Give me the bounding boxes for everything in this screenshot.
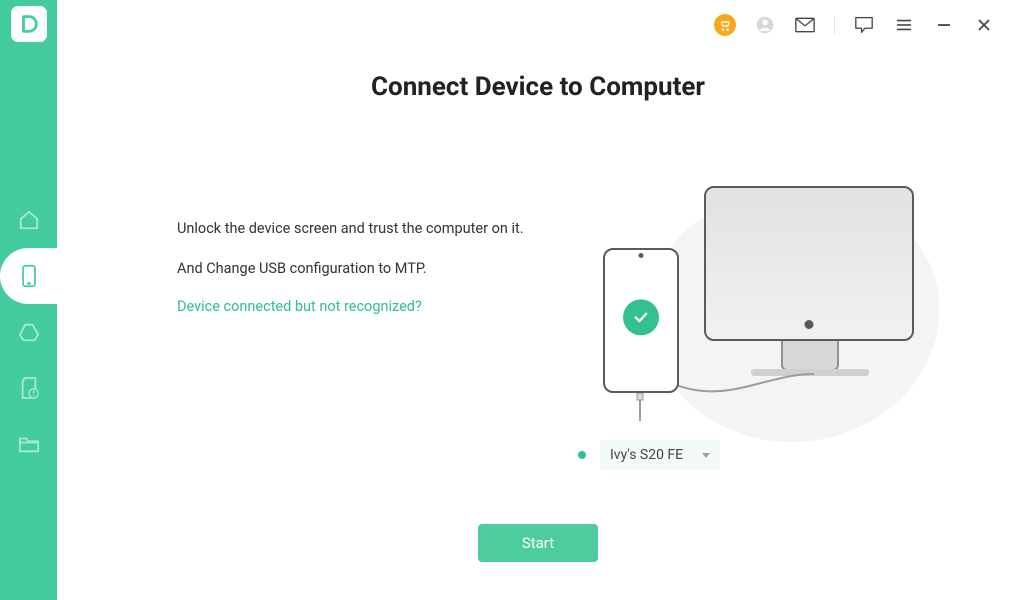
phone-icon [19,264,39,288]
sidebar-item-cloud[interactable] [0,304,57,360]
logo-d-icon [18,13,40,35]
sd-alert-icon [19,376,39,400]
instruction-line-1: Unlock the device screen and trust the c… [177,218,577,240]
folder-icon [18,434,40,454]
cart-button[interactable] [714,14,736,36]
help-link[interactable]: Device connected but not recognized? [177,298,577,315]
sidebar-item-device[interactable] [0,248,57,304]
instructions: Unlock the device screen and trust the c… [177,172,577,452]
mail-icon [795,17,815,33]
phone-cable-graphic [635,393,645,421]
status-dot [578,451,586,459]
menu-button[interactable] [893,14,915,36]
sidebar-item-sd-alert[interactable] [0,360,57,416]
illustration [577,172,959,452]
sidebar-item-home[interactable] [0,192,57,248]
minimize-icon [937,18,951,32]
main-area: Connect Device to Computer Unlock the de… [57,0,1019,600]
check-icon [623,299,659,335]
feedback-button[interactable] [853,14,875,36]
titlebar [714,0,1019,42]
cable-graphic [664,372,814,412]
phone-graphic [603,248,679,393]
sidebar [0,0,57,600]
user-icon [755,15,775,35]
device-select[interactable]: Ivy's S20 FE [600,440,720,470]
instruction-line-2: And Change USB configuration to MTP. [177,258,577,280]
titlebar-separator [834,16,835,34]
cart-icon [714,14,736,36]
close-icon [977,18,991,32]
home-icon [18,209,40,231]
page-title: Connect Device to Computer [57,72,1019,102]
google-drive-icon [18,321,40,343]
mail-button[interactable] [794,14,816,36]
device-selector-row: Ivy's S20 FE [578,440,720,470]
monitor-graphic [704,186,914,341]
speech-icon [854,16,874,34]
user-button[interactable] [754,14,776,36]
minimize-button[interactable] [933,14,955,36]
close-button[interactable] [973,14,995,36]
app-logo [11,6,47,42]
sidebar-item-folder[interactable] [0,416,57,472]
menu-icon [896,18,912,32]
start-button[interactable]: Start [478,524,598,562]
